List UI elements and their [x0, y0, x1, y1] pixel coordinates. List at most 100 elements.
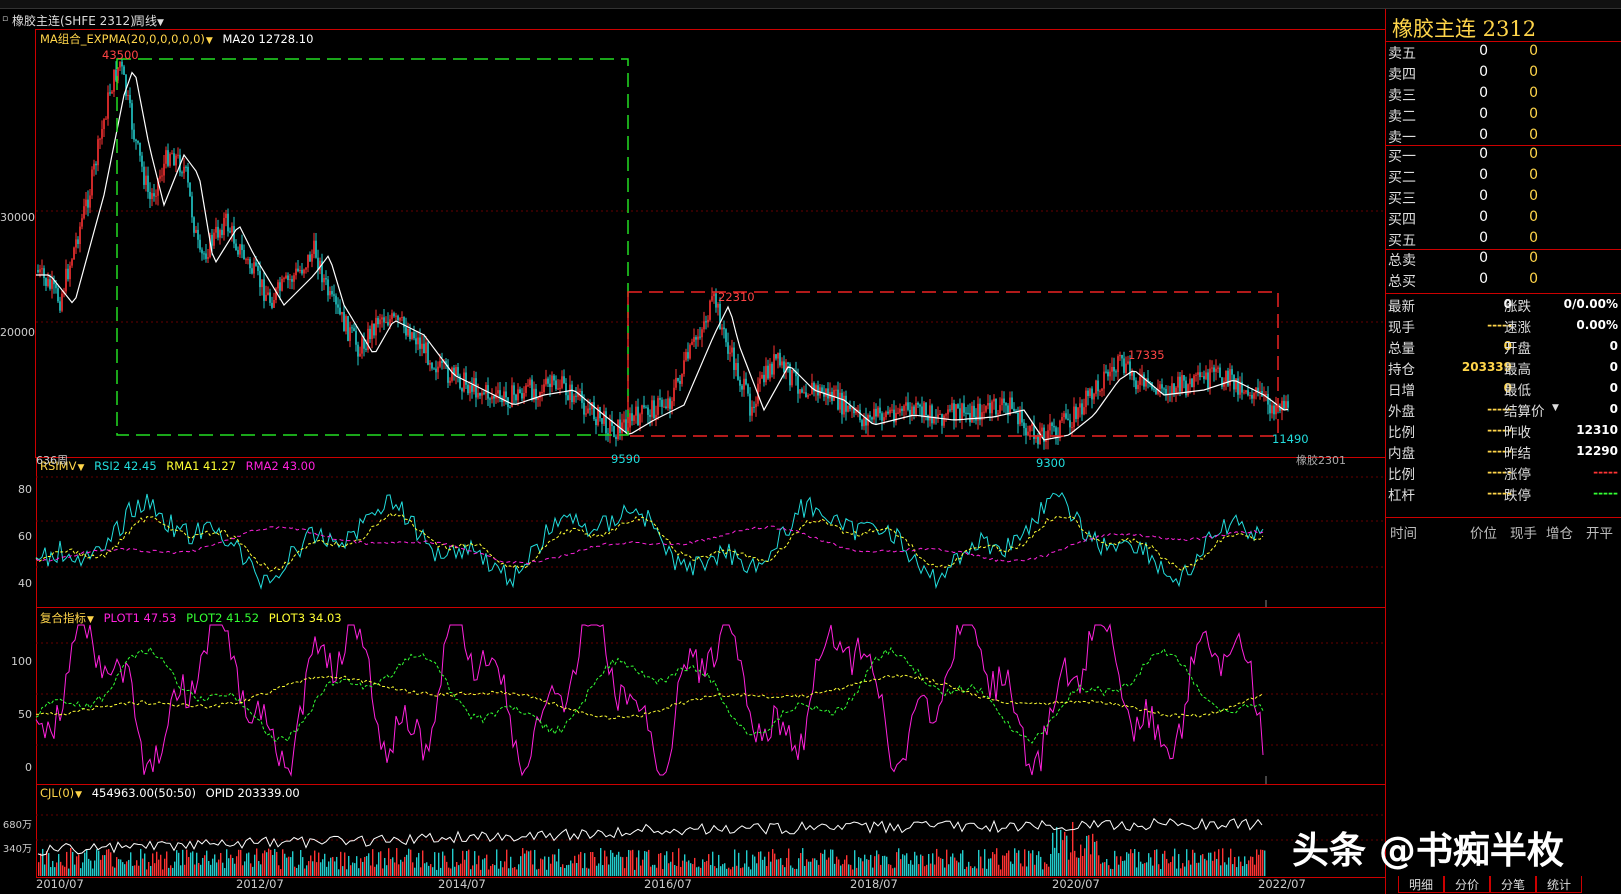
volume-bar: [150, 865, 152, 876]
volume-bar: [174, 861, 176, 876]
volume-bar: [1214, 851, 1216, 876]
volume-bar: [702, 859, 704, 876]
stat-label: 涨跌: [1504, 299, 1531, 315]
volume-bar: [632, 849, 634, 876]
candle-body: [215, 226, 217, 233]
volume-bar: [318, 852, 320, 876]
volume-bar: [266, 852, 268, 876]
row-price: 0: [1479, 271, 1488, 287]
candle-body: [395, 315, 397, 317]
candle-body: [521, 393, 523, 399]
volume-bar: [60, 861, 62, 876]
volume-bar: [1040, 856, 1042, 876]
volume-bar: [392, 857, 394, 876]
y-tick-main: 20000: [0, 326, 35, 339]
quote-stat-row: 内盘 ----- 昨结 12290: [1386, 442, 1621, 463]
candle-body: [429, 362, 431, 365]
candle-body: [745, 378, 747, 385]
candle-body: [45, 278, 47, 286]
volume-bar: [478, 855, 480, 876]
volume-bar: [714, 866, 716, 876]
volume-bar: [728, 867, 730, 876]
candle-body: [231, 226, 233, 233]
candle-body: [519, 389, 521, 394]
row-price: 0: [1479, 230, 1488, 246]
volume-bar: [1230, 848, 1232, 876]
volume-bar: [136, 860, 138, 876]
volume-bar: [230, 854, 232, 876]
volume-bar: [236, 856, 238, 876]
volume-bar: [1034, 864, 1036, 876]
candle-body: [409, 329, 411, 340]
candle-body: [963, 403, 965, 413]
candle-body: [773, 354, 775, 375]
volume-bar: [360, 858, 362, 876]
order-book-row: 买五 0 0: [1386, 230, 1621, 251]
volume-bar: [476, 864, 478, 876]
candle-body: [481, 392, 483, 396]
candle-body: [805, 392, 807, 398]
volume-bar: [334, 861, 336, 876]
column-time: 时间: [1390, 526, 1417, 542]
volume-bar: [1156, 849, 1158, 876]
volume-bar: [802, 848, 804, 876]
indicator-name[interactable]: MA组合_EXPMA(20,0,0,0,0,0): [40, 32, 205, 46]
candle-body: [1093, 393, 1095, 400]
tab-statistics[interactable]: 统计: [1536, 876, 1582, 893]
volume-bar: [1204, 858, 1206, 876]
volume-bar: [214, 854, 216, 876]
candle-body: [147, 175, 149, 192]
candle-body: [1143, 374, 1145, 387]
candle-body: [217, 226, 219, 238]
candle-body: [249, 259, 251, 269]
volume-bar: [650, 866, 652, 876]
chevron-down-icon[interactable]: ▼: [206, 36, 213, 46]
candle-body: [1265, 393, 1267, 395]
tab-price-distribution[interactable]: 分价: [1444, 876, 1490, 893]
candle-body: [1097, 380, 1099, 392]
contract-label: 橡胶2301: [1296, 454, 1346, 467]
chevron-down-icon[interactable]: ▼: [75, 790, 82, 800]
volume-bar: [408, 848, 410, 876]
volume-bar: [844, 859, 846, 876]
volume-bar: [1048, 866, 1050, 876]
tab-ticks[interactable]: 分笔: [1490, 876, 1536, 893]
volume-bar: [434, 852, 436, 876]
volume-bar: [614, 856, 616, 876]
chevron-down-icon[interactable]: ▼: [77, 463, 84, 473]
volume-bar: [442, 851, 444, 876]
volume-bar: [546, 869, 548, 876]
candle-body: [807, 395, 809, 398]
volume-bar: [462, 850, 464, 876]
candle-body: [51, 280, 53, 289]
candle-body: [625, 419, 627, 433]
tab-detail[interactable]: 明细: [1398, 876, 1444, 893]
composite-indicator-name[interactable]: 复合指标: [40, 611, 86, 625]
volume-indicator-name[interactable]: CJL(0): [40, 786, 74, 800]
y-tick-rsi: 40: [18, 577, 32, 590]
volume-value: 454963.00(50:50): [91, 786, 197, 800]
volume-bar: [282, 849, 284, 876]
candle-body: [77, 239, 79, 245]
chevron-down-icon[interactable]: ▼: [87, 615, 94, 625]
volume-bar: [560, 867, 562, 876]
candle-body: [101, 129, 103, 139]
volume-bar: [1016, 852, 1018, 876]
candle-body: [297, 268, 299, 272]
volume-bar: [610, 850, 612, 876]
volume-bar: [604, 850, 606, 876]
candle-body: [923, 402, 925, 418]
chart-canvas[interactable]: [0, 0, 1385, 894]
volume-bar: [592, 852, 594, 876]
row-volume: 0: [1529, 106, 1538, 122]
stat-label: 最低: [1504, 383, 1531, 399]
volume-bar: [44, 864, 46, 876]
candle-body: [311, 253, 313, 262]
volume-bar: [1046, 863, 1048, 876]
candle-body: [999, 405, 1001, 414]
volume-bar: [362, 861, 364, 876]
volume-bar: [76, 856, 78, 876]
volume-bar: [944, 867, 946, 876]
candle-body: [397, 315, 399, 321]
candle-body: [219, 229, 221, 238]
